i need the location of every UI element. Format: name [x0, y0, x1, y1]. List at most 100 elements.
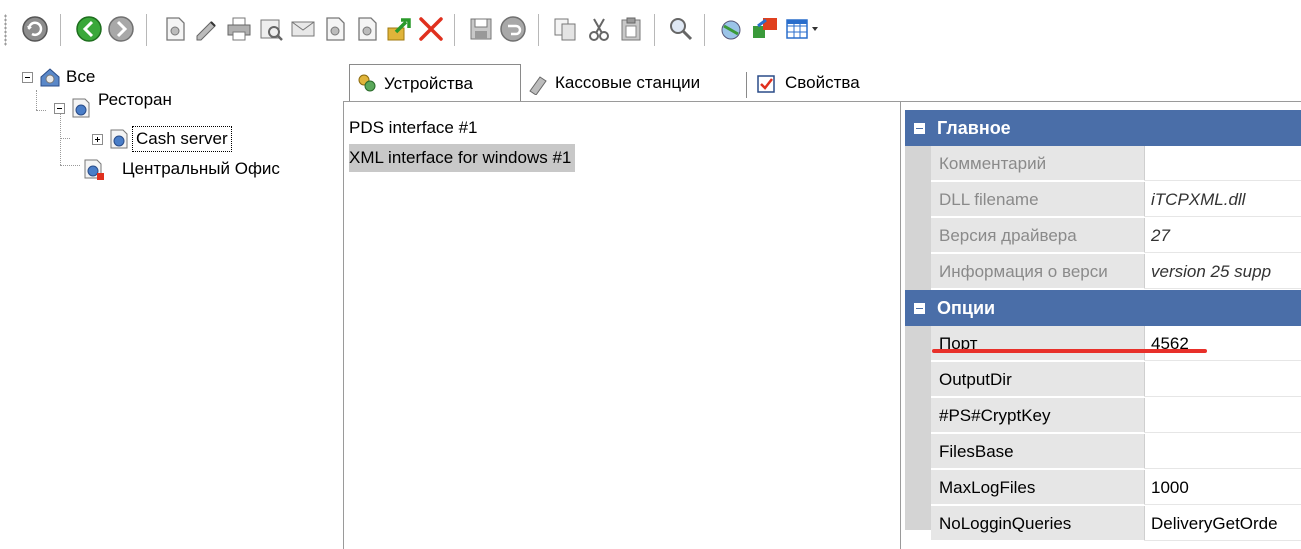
- delete-icon[interactable]: [416, 14, 446, 44]
- tree-expander[interactable]: [22, 72, 33, 83]
- back-icon[interactable]: [74, 14, 104, 44]
- tree-node-label: Все: [66, 67, 96, 86]
- tree-node-cash-server[interactable]: Cash server: [82, 126, 302, 152]
- document-icon[interactable]: [160, 14, 190, 44]
- tree-node-label: Cash server: [132, 126, 232, 152]
- cash-server-icon: [110, 129, 128, 149]
- tree-node-restaurant[interactable]: Ресторан: [34, 90, 254, 121]
- tab-devices[interactable]: Устройства: [349, 64, 521, 101]
- panel-splitter[interactable]: [900, 101, 901, 549]
- tree-expander[interactable]: [54, 103, 65, 114]
- highlight-underline: [932, 349, 1207, 353]
- list-item-device[interactable]: PDS interface #1: [349, 114, 478, 142]
- property-value[interactable]: [1145, 398, 1301, 433]
- property-name: Версия драйвера: [931, 218, 1145, 253]
- office-icon: [84, 159, 104, 180]
- toolbar-separator: [146, 14, 150, 46]
- category-label: Опции: [937, 298, 996, 318]
- tab-label: Свойства: [785, 73, 860, 92]
- tree-connector: [60, 138, 70, 140]
- toolbar-separator: [454, 14, 458, 46]
- checkbox-properties-icon: [757, 75, 775, 93]
- property-row[interactable]: FilesBase: [931, 434, 1301, 470]
- property-row[interactable]: NoLogginQueries DeliveryGetOrde: [931, 506, 1301, 542]
- export-icon[interactable]: [384, 14, 414, 44]
- property-name: Информация о верси: [931, 254, 1145, 289]
- property-name: Порт: [931, 326, 1145, 361]
- property-name: Комментарий: [931, 146, 1145, 181]
- tree-node-central-office[interactable]: Центральный Офис: [80, 156, 330, 182]
- category-label: Главное: [937, 118, 1011, 138]
- print-preview-icon[interactable]: [256, 14, 286, 44]
- forward-icon[interactable]: [106, 14, 136, 44]
- property-value[interactable]: [1145, 362, 1301, 397]
- network-home-icon: [40, 68, 60, 87]
- copy-icon[interactable]: [550, 14, 580, 44]
- property-row[interactable]: Порт 4562: [931, 326, 1301, 362]
- page-copy-icon[interactable]: [352, 14, 382, 44]
- property-value[interactable]: DeliveryGetOrde: [1145, 506, 1301, 541]
- property-value[interactable]: 27: [1145, 218, 1301, 253]
- panel-border: [343, 101, 344, 549]
- property-name: MaxLogFiles: [931, 470, 1145, 505]
- toolbar-separator: [538, 14, 542, 46]
- collapse-icon[interactable]: [914, 123, 925, 134]
- toolbar-separator: [704, 14, 708, 46]
- property-name: NoLogginQueries: [931, 506, 1145, 541]
- property-value[interactable]: iTCPXML.dll: [1145, 182, 1301, 217]
- toolbar: [0, 0, 1301, 60]
- server-group-icon: [72, 98, 90, 118]
- property-row[interactable]: #PS#CryptKey: [931, 398, 1301, 434]
- search-icon[interactable]: [666, 14, 696, 44]
- refresh-icon[interactable]: [20, 14, 50, 44]
- property-name: DLL filename: [931, 182, 1145, 217]
- tab-separator: [746, 72, 747, 98]
- panel-border: [343, 101, 1301, 102]
- property-row[interactable]: Версия драйвера 27: [931, 218, 1301, 254]
- tree-connector: [60, 165, 80, 167]
- category-options[interactable]: Опции: [905, 290, 1301, 326]
- undo-icon[interactable]: [498, 14, 528, 44]
- tab-properties[interactable]: Свойства: [753, 66, 883, 100]
- property-row[interactable]: Информация о верси version 25 supp: [931, 254, 1301, 290]
- device-label: PDS interface #1: [349, 118, 478, 137]
- toolbar-grip[interactable]: [4, 14, 7, 46]
- device-label: XML interface for windows #1: [349, 148, 572, 167]
- toolbar-separator: [60, 14, 64, 46]
- cut-icon[interactable]: [584, 14, 614, 44]
- property-grid: Главное Комментарий DLL filename iTCPXML…: [905, 110, 1301, 549]
- property-name: FilesBase: [931, 434, 1145, 469]
- tab-cash-stations[interactable]: Кассовые станции: [525, 66, 743, 100]
- tree-view: Все Ресторан Cash server Центральный Офи…: [0, 60, 338, 549]
- property-value-port[interactable]: 4562: [1145, 326, 1301, 361]
- transfer-icon[interactable]: [750, 14, 780, 44]
- paste-icon[interactable]: [616, 14, 646, 44]
- tree-node-label: Ресторан: [98, 90, 172, 109]
- tree-expander[interactable]: [92, 134, 103, 145]
- grid-view-icon[interactable]: [784, 14, 824, 44]
- property-row[interactable]: Комментарий: [931, 146, 1301, 182]
- property-row[interactable]: MaxLogFiles 1000: [931, 470, 1301, 506]
- network-icon[interactable]: [716, 14, 746, 44]
- collapse-icon[interactable]: [914, 303, 925, 314]
- toolbar-separator: [654, 14, 658, 46]
- property-row[interactable]: OutputDir: [931, 362, 1301, 398]
- print-icon[interactable]: [224, 14, 254, 44]
- tree-node-label: Центральный Офис: [122, 159, 280, 178]
- property-value[interactable]: version 25 supp: [1145, 254, 1301, 289]
- category-main[interactable]: Главное: [905, 110, 1301, 146]
- page-icon[interactable]: [320, 14, 350, 44]
- edit-icon[interactable]: [192, 14, 222, 44]
- property-value[interactable]: 1000: [1145, 470, 1301, 505]
- cash-register-icon: [529, 76, 547, 95]
- property-name: OutputDir: [931, 362, 1145, 397]
- property-row[interactable]: DLL filename iTCPXML.dll: [931, 182, 1301, 218]
- devices-icon: [358, 74, 376, 92]
- property-value[interactable]: [1145, 434, 1301, 469]
- tab-label: Кассовые станции: [555, 73, 701, 92]
- list-item-device-selected[interactable]: XML interface for windows #1: [349, 144, 576, 172]
- property-value[interactable]: [1145, 146, 1301, 181]
- mail-icon[interactable]: [288, 14, 318, 44]
- tab-label: Устройства: [384, 74, 473, 93]
- save-icon[interactable]: [466, 14, 496, 44]
